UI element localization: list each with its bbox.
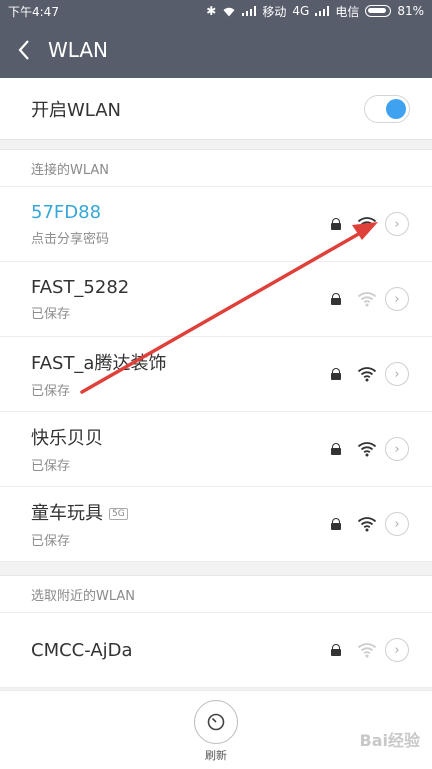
network-name-text: FAST_a腾达装饰 (31, 353, 167, 374)
network-name-text: 童车玩具 (31, 503, 103, 524)
chevron-right-icon[interactable]: › (385, 212, 409, 236)
lock-icon (331, 218, 341, 230)
network-name-text: CMCC-AjDa (31, 639, 133, 661)
lock-icon (331, 518, 341, 530)
network-texts: FAST_a腾达装饰已保存 (31, 349, 331, 399)
chevron-right-icon[interactable]: › (385, 437, 409, 461)
network-status: 已保存 (31, 384, 71, 399)
wlan-toggle-row[interactable]: 开启WLAN (0, 78, 432, 140)
page-title: WLAN (48, 38, 109, 62)
chevron-right-icon[interactable]: › (385, 512, 409, 536)
network-name: CMCC-AjDa (31, 640, 331, 661)
network-texts: 快乐贝贝 已保存 (31, 424, 331, 474)
wifi-signal-icon (357, 517, 377, 532)
wifi-status-icon (223, 7, 235, 16)
lock-icon (331, 293, 341, 305)
signal-icon-1 (242, 6, 257, 16)
wlan-toggle-label: 开启WLAN (31, 99, 122, 121)
nearby-section-header: 选取附近的WLAN (0, 575, 432, 613)
network-row[interactable]: 57FD88 点击分享密码 › (0, 187, 432, 262)
network-name: FAST_a腾达装饰 (31, 349, 331, 375)
network-status: 已保存 (31, 459, 71, 474)
status-icons: ✱ 移动 4G 电信 81% (206, 3, 424, 20)
network-row[interactable]: CMCC-AjDa › (0, 613, 432, 688)
refresh-button[interactable] (194, 700, 238, 744)
network-name-text: 快乐贝贝 (31, 428, 103, 449)
lock-icon (331, 443, 341, 455)
lock-icon (331, 368, 341, 380)
network-row[interactable]: 快乐贝贝已保存 › (0, 412, 432, 487)
band-badge: 5G (109, 508, 128, 520)
carrier2: 电信 (335, 4, 360, 19)
network-type: 4G (292, 4, 310, 18)
bluetooth-icon: ✱ (206, 4, 217, 18)
network-status: 已保存 (31, 306, 71, 322)
network-texts: 童车玩具 5G 已保存 (31, 499, 331, 549)
bottom-bar: 刷新 Bai经验 (0, 690, 432, 769)
network-row[interactable]: FAST_a腾达装饰已保存 › (0, 337, 432, 412)
app-bar: WLAN (0, 22, 432, 78)
network-texts: FAST_5282 已保存 (31, 277, 331, 322)
network-row[interactable]: FAST_5282 已保存 › (0, 262, 432, 337)
nearby-network-list: CMCC-AjDa › (0, 613, 432, 688)
network-name: 童车玩具 5G (31, 499, 331, 525)
status-time: 下午4:47 (8, 4, 59, 19)
network-status: 点击分享密码 (31, 231, 110, 247)
refresh-icon (207, 713, 225, 731)
connected-section-header: 连接的WLAN (0, 149, 432, 187)
carrier1: 移动 (262, 4, 287, 19)
network-name: 57FD88 (31, 202, 331, 223)
network-name-text: FAST_5282 (31, 276, 130, 298)
network-name-text: 57FD88 (31, 201, 102, 223)
wifi-signal-icon (357, 643, 377, 658)
wlan-switch[interactable] (364, 94, 410, 123)
network-status: 已保存 (31, 534, 71, 549)
network-name: FAST_5282 (31, 277, 331, 298)
wifi-signal-icon (357, 442, 377, 457)
network-texts: 57FD88 点击分享密码 (31, 202, 331, 247)
saved-network-list: 57FD88 点击分享密码 › FAST_5282 已保存 › FAST_a腾达装饰 已保存 ›… (0, 187, 432, 562)
network-row[interactable]: 童车玩具 5G 已保存 › (0, 487, 432, 562)
signal-icon-2 (315, 6, 330, 16)
battery-icon (365, 5, 392, 17)
lock-icon (331, 644, 341, 656)
watermark-logo: Bai经验 (359, 731, 420, 750)
wifi-signal-icon (357, 217, 377, 232)
switch-knob (386, 98, 406, 119)
status-bar: 下午4:47 ✱ 移动 4G 电信 81% (0, 0, 432, 22)
network-texts: CMCC-AjDa (31, 640, 331, 661)
chevron-right-icon[interactable]: › (385, 638, 409, 662)
chevron-left-icon[interactable] (0, 22, 48, 78)
wifi-signal-icon (357, 292, 377, 307)
wifi-signal-icon (357, 367, 377, 382)
chevron-right-icon[interactable]: › (385, 287, 409, 311)
network-name: 快乐贝贝 (31, 424, 331, 450)
chevron-right-icon[interactable]: › (385, 362, 409, 386)
battery-level: 81% (397, 4, 424, 18)
